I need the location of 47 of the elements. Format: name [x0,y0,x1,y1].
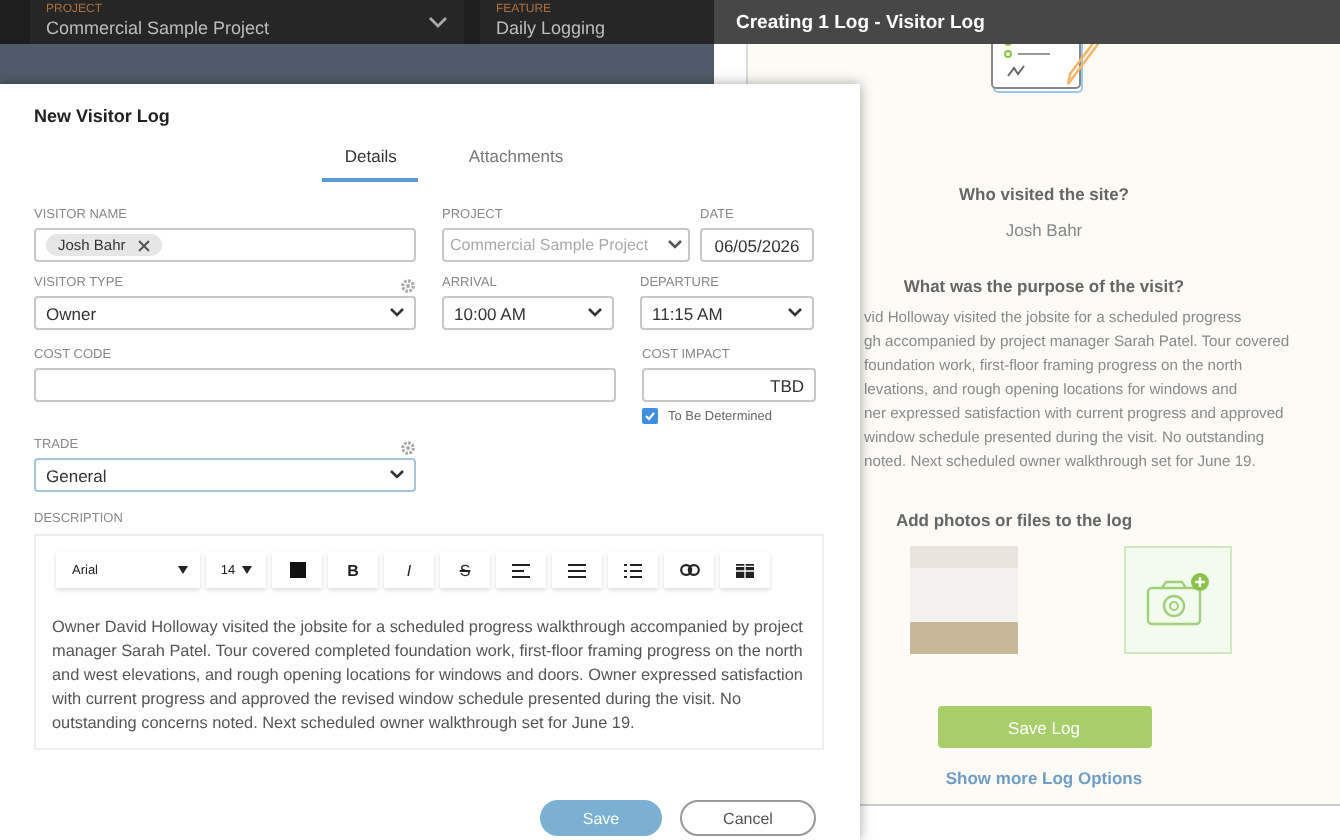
text-color-button[interactable] [272,552,322,588]
trade-select[interactable]: General [34,458,416,492]
tab[interactable]: Details [322,138,419,182]
who-question: Who visited the site? [958,184,1129,204]
camera-add-icon [1143,570,1211,630]
chevron-down-icon [588,308,602,318]
add-photo-tile[interactable] [1123,546,1231,654]
list-icon [568,563,586,577]
visitor-type-select[interactable]: Owner [34,296,416,330]
chevron-down-icon [390,470,404,480]
checkbox[interactable] [642,408,658,424]
link-icon [679,564,699,576]
align-left-icon [512,563,530,577]
table-button[interactable] [720,552,770,588]
table-icon [736,563,754,577]
attach-heading: Add photos or files to the log [895,510,1135,530]
chevron-down-icon [390,308,404,318]
date-field[interactable]: 06/05/2026 [700,228,814,262]
chevron-down-icon [428,16,448,28]
panel-title: Creating 1 Log - Visitor Log [736,11,985,33]
close-icon[interactable] [137,239,150,251]
departure-select[interactable]: 11:15 AM [640,296,814,330]
list-button[interactable] [552,552,602,588]
dialog-title: New Visitor Log [34,106,172,126]
visitor-answer: Josh Bahr [1005,220,1083,240]
numbered-list-icon [624,563,642,577]
feature-name: Daily Logging [496,18,606,40]
align-left-button[interactable] [496,552,546,588]
project-name: Commercial Sample Project [46,18,270,40]
cost-code-field[interactable] [34,368,616,402]
bold-button[interactable]: B [328,552,378,588]
cost-impact-field[interactable]: TBD [642,368,816,402]
strikethrough-button[interactable]: S [440,552,490,588]
link-button[interactable] [664,552,714,588]
chevron-down-icon [788,308,802,318]
caret-icon [241,566,252,574]
caret-icon [178,566,188,574]
chevron-down-icon [668,240,682,250]
italic-button[interactable]: I [384,552,434,588]
cancel-button[interactable]: Cancel [680,800,816,836]
description-text: Owner David Holloway visited the jobsite for a scheduled progress walkthrough accompanied by project manager Sarah Patel. Tour covered completed foundation work, first-floor framing progress on the north and west elevations, and rough opening locations for windows and doors. Owner expressed satisfaction with current progress and approved the revised window schedule presented during the visit. No outstanding concerns noted. Next scheduled owner walkthrough set for June 19. [52,616,805,736]
description-editor[interactable] [34,534,824,750]
tab[interactable]: Attachments [446,138,586,182]
purpose-question: What was the purpose of the visit? [903,276,1185,296]
arrival-select[interactable]: 10:00 AM [442,296,614,330]
square-icon [289,562,305,578]
numbered-list-button[interactable] [608,552,658,588]
